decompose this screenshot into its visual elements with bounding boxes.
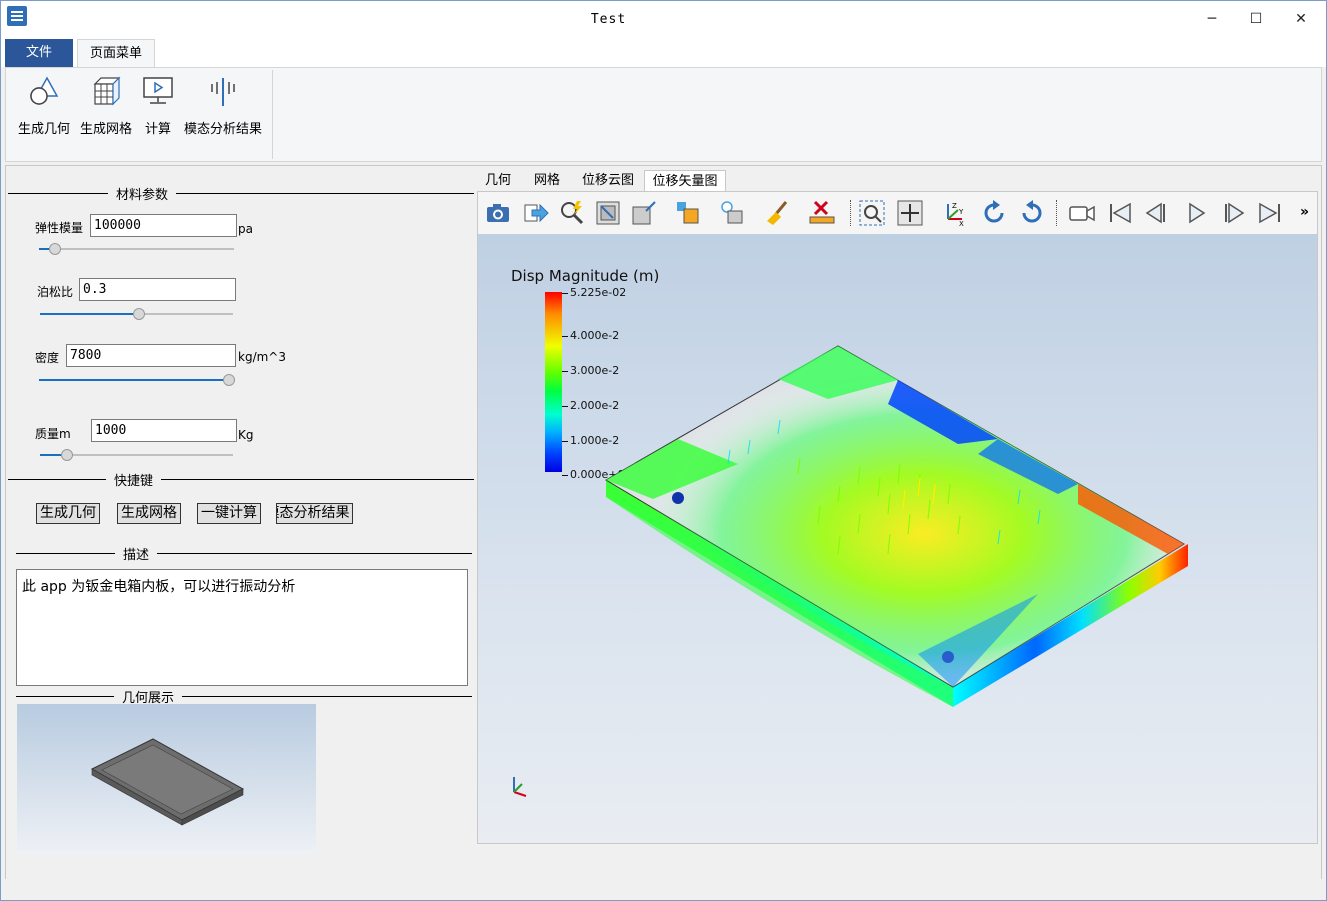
tab-geometry[interactable]: 几何 (477, 170, 519, 192)
slider-thumb[interactable] (49, 243, 61, 255)
pan-icon[interactable] (896, 199, 924, 227)
elastic-unit: pa (238, 222, 253, 236)
shortcut-generate-geometry-button[interactable]: 生成几何 (36, 503, 100, 524)
param-label-density: 密度 (35, 351, 60, 365)
prev-frame-icon[interactable] (1144, 199, 1172, 227)
viewer-pane: ZYX » Disp Magnitude (m) 5.225e-02 4.000… (477, 191, 1318, 844)
maximize-button[interactable]: ☐ (1241, 7, 1271, 31)
ribbon-button-label: 计算 (144, 122, 171, 137)
compute-icon (143, 77, 173, 104)
shortcut-group-title: 快捷键 (106, 470, 162, 489)
desc-group-title: 描述 (115, 544, 158, 563)
camera-snapshot-icon[interactable] (484, 199, 512, 227)
displacement-vector-plot (605, 345, 1188, 707)
shortcut-modal-result-button[interactable]: 模态分析结果 (276, 503, 353, 524)
material-group-title: 材料参数 (108, 184, 177, 203)
display-mode-icon[interactable] (674, 199, 702, 227)
status-bar (1, 879, 1326, 900)
param-label-elastic: 弹性模量 (35, 221, 84, 235)
slider-fill (40, 313, 133, 315)
svg-text:Y: Y (958, 208, 964, 216)
play-icon[interactable] (1182, 199, 1210, 227)
mass-slider[interactable] (40, 449, 233, 461)
last-frame-icon[interactable] (1256, 199, 1284, 227)
ribbon-button-label: 生成网格 (79, 122, 132, 137)
elastic-modulus-slider[interactable] (39, 243, 234, 255)
delete-measure-icon[interactable] (808, 199, 836, 227)
svg-text:Z: Z (952, 202, 957, 210)
next-frame-icon[interactable] (1218, 199, 1246, 227)
mesh-icon (93, 76, 121, 106)
zoom-box-icon[interactable] (630, 199, 658, 227)
ribbon-button-geometry[interactable]: 生成几何 (14, 74, 74, 137)
geometry-preview[interactable] (17, 704, 316, 854)
ribbon-button-label: 模态分析结果 (183, 122, 262, 137)
poisson-ratio-slider[interactable] (40, 308, 233, 320)
axes-triad-icon (513, 777, 527, 797)
slider-thumb[interactable] (223, 374, 235, 386)
group-divider (16, 553, 472, 554)
rotate-ccw-icon[interactable] (1018, 199, 1046, 227)
toolbar-separator (850, 200, 851, 226)
ribbon-tab-bar: 文件 页面菜单 (1, 37, 1326, 67)
mass-field[interactable]: 1000 (91, 419, 237, 442)
tab-displacement-contour[interactable]: 位移云图 (575, 170, 641, 192)
geometry-icon (30, 76, 59, 105)
shortcut-generate-mesh-button[interactable]: 生成网格 (117, 503, 181, 524)
zoom-region-icon[interactable] (858, 199, 886, 227)
group-divider (8, 193, 474, 194)
mass-unit: Kg (238, 428, 254, 442)
viewer-toolbar: ZYX » (478, 192, 1317, 234)
slider-track (39, 248, 234, 250)
window-title: Test (590, 12, 627, 27)
param-label-poisson: 泊松比 (37, 285, 74, 299)
slider-fill (39, 248, 49, 250)
density-slider[interactable] (39, 374, 235, 386)
ribbon-button-compute[interactable]: 计算 (140, 74, 176, 137)
ribbon-panel: 生成几何 生成网格 计算 模态分析结果 (5, 67, 1322, 162)
tab-displacement-vector[interactable]: 位移矢量图 (644, 170, 726, 192)
main-window: Test ─ ☐ ✕ 文件 页面菜单 生成几何 生成网格 计算 模态分析结果 材… (0, 0, 1327, 901)
elastic-modulus-field[interactable]: 100000 (90, 214, 237, 237)
clear-brush-icon[interactable] (764, 199, 792, 227)
slider-thumb[interactable] (61, 449, 73, 461)
title-bar: Test ─ ☐ ✕ (1, 1, 1326, 37)
poisson-ratio-field[interactable]: 0.3 (79, 278, 236, 301)
slider-fill (40, 454, 62, 456)
axes-orient-icon[interactable]: ZYX (940, 199, 968, 227)
ribbon-separator (272, 70, 273, 159)
record-camera-icon[interactable] (1068, 199, 1096, 227)
tab-mesh[interactable]: 网格 (525, 170, 569, 192)
density-field[interactable]: 7800 (66, 344, 236, 367)
export-icon[interactable] (522, 199, 550, 227)
pick-icon[interactable] (558, 199, 586, 227)
ribbon-button-label: 生成几何 (17, 122, 70, 137)
light-icon[interactable] (718, 199, 746, 227)
rotate-cw-icon[interactable] (980, 199, 1008, 227)
modal-result-icon (211, 78, 235, 106)
minimize-button[interactable]: ─ (1197, 7, 1227, 31)
tab-page-menu[interactable]: 页面菜单 (77, 39, 155, 67)
density-unit: kg/m^3 (238, 350, 286, 364)
3d-viewport[interactable]: Disp Magnitude (m) 5.225e-02 4.000e-2 3.… (478, 234, 1317, 843)
toolbar-overflow-button[interactable]: » (1300, 204, 1309, 220)
shortcut-one-click-compute-button[interactable]: 一键计算 (197, 503, 261, 524)
toolbar-separator (1056, 200, 1057, 226)
first-frame-icon[interactable] (1106, 199, 1134, 227)
svg-text:X: X (959, 220, 964, 227)
slider-fill (39, 379, 224, 381)
close-button[interactable]: ✕ (1286, 7, 1316, 31)
viewer-tab-bar: 几何 网格 位移云图 位移矢量图 (477, 168, 1322, 192)
tab-file[interactable]: 文件 (5, 39, 73, 67)
description-textbox[interactable]: 此 app 为钣金电箱内板，可以进行振动分析 (16, 569, 468, 686)
central-area: 材料参数 弹性模量 100000 pa 泊松比 0.3 密度 7800 kg/m… (5, 165, 1322, 897)
param-label-mass: 质量m (35, 427, 71, 441)
fit-view-icon[interactable] (594, 199, 622, 227)
group-divider (16, 696, 472, 697)
ribbon-button-modal-result[interactable]: 模态分析结果 (182, 74, 264, 137)
plate-thumbnail (90, 738, 245, 826)
ribbon-button-mesh[interactable]: 生成网格 (76, 74, 136, 137)
slider-thumb[interactable] (133, 308, 145, 320)
group-divider (8, 479, 474, 480)
